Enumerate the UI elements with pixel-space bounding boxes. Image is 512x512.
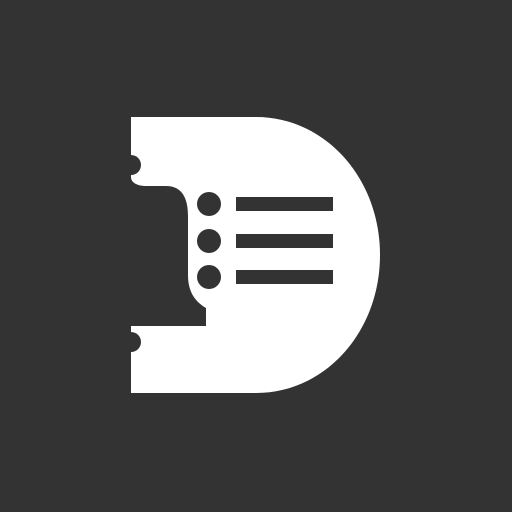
list-bullet <box>197 265 221 289</box>
app-icon <box>0 0 512 512</box>
list-line <box>236 270 333 284</box>
list-line <box>236 234 333 248</box>
app-icon-graphic <box>0 0 512 512</box>
list-icon <box>197 192 333 289</box>
list-line <box>236 197 333 211</box>
list-bullet <box>197 192 221 216</box>
list-bullet <box>197 229 221 253</box>
